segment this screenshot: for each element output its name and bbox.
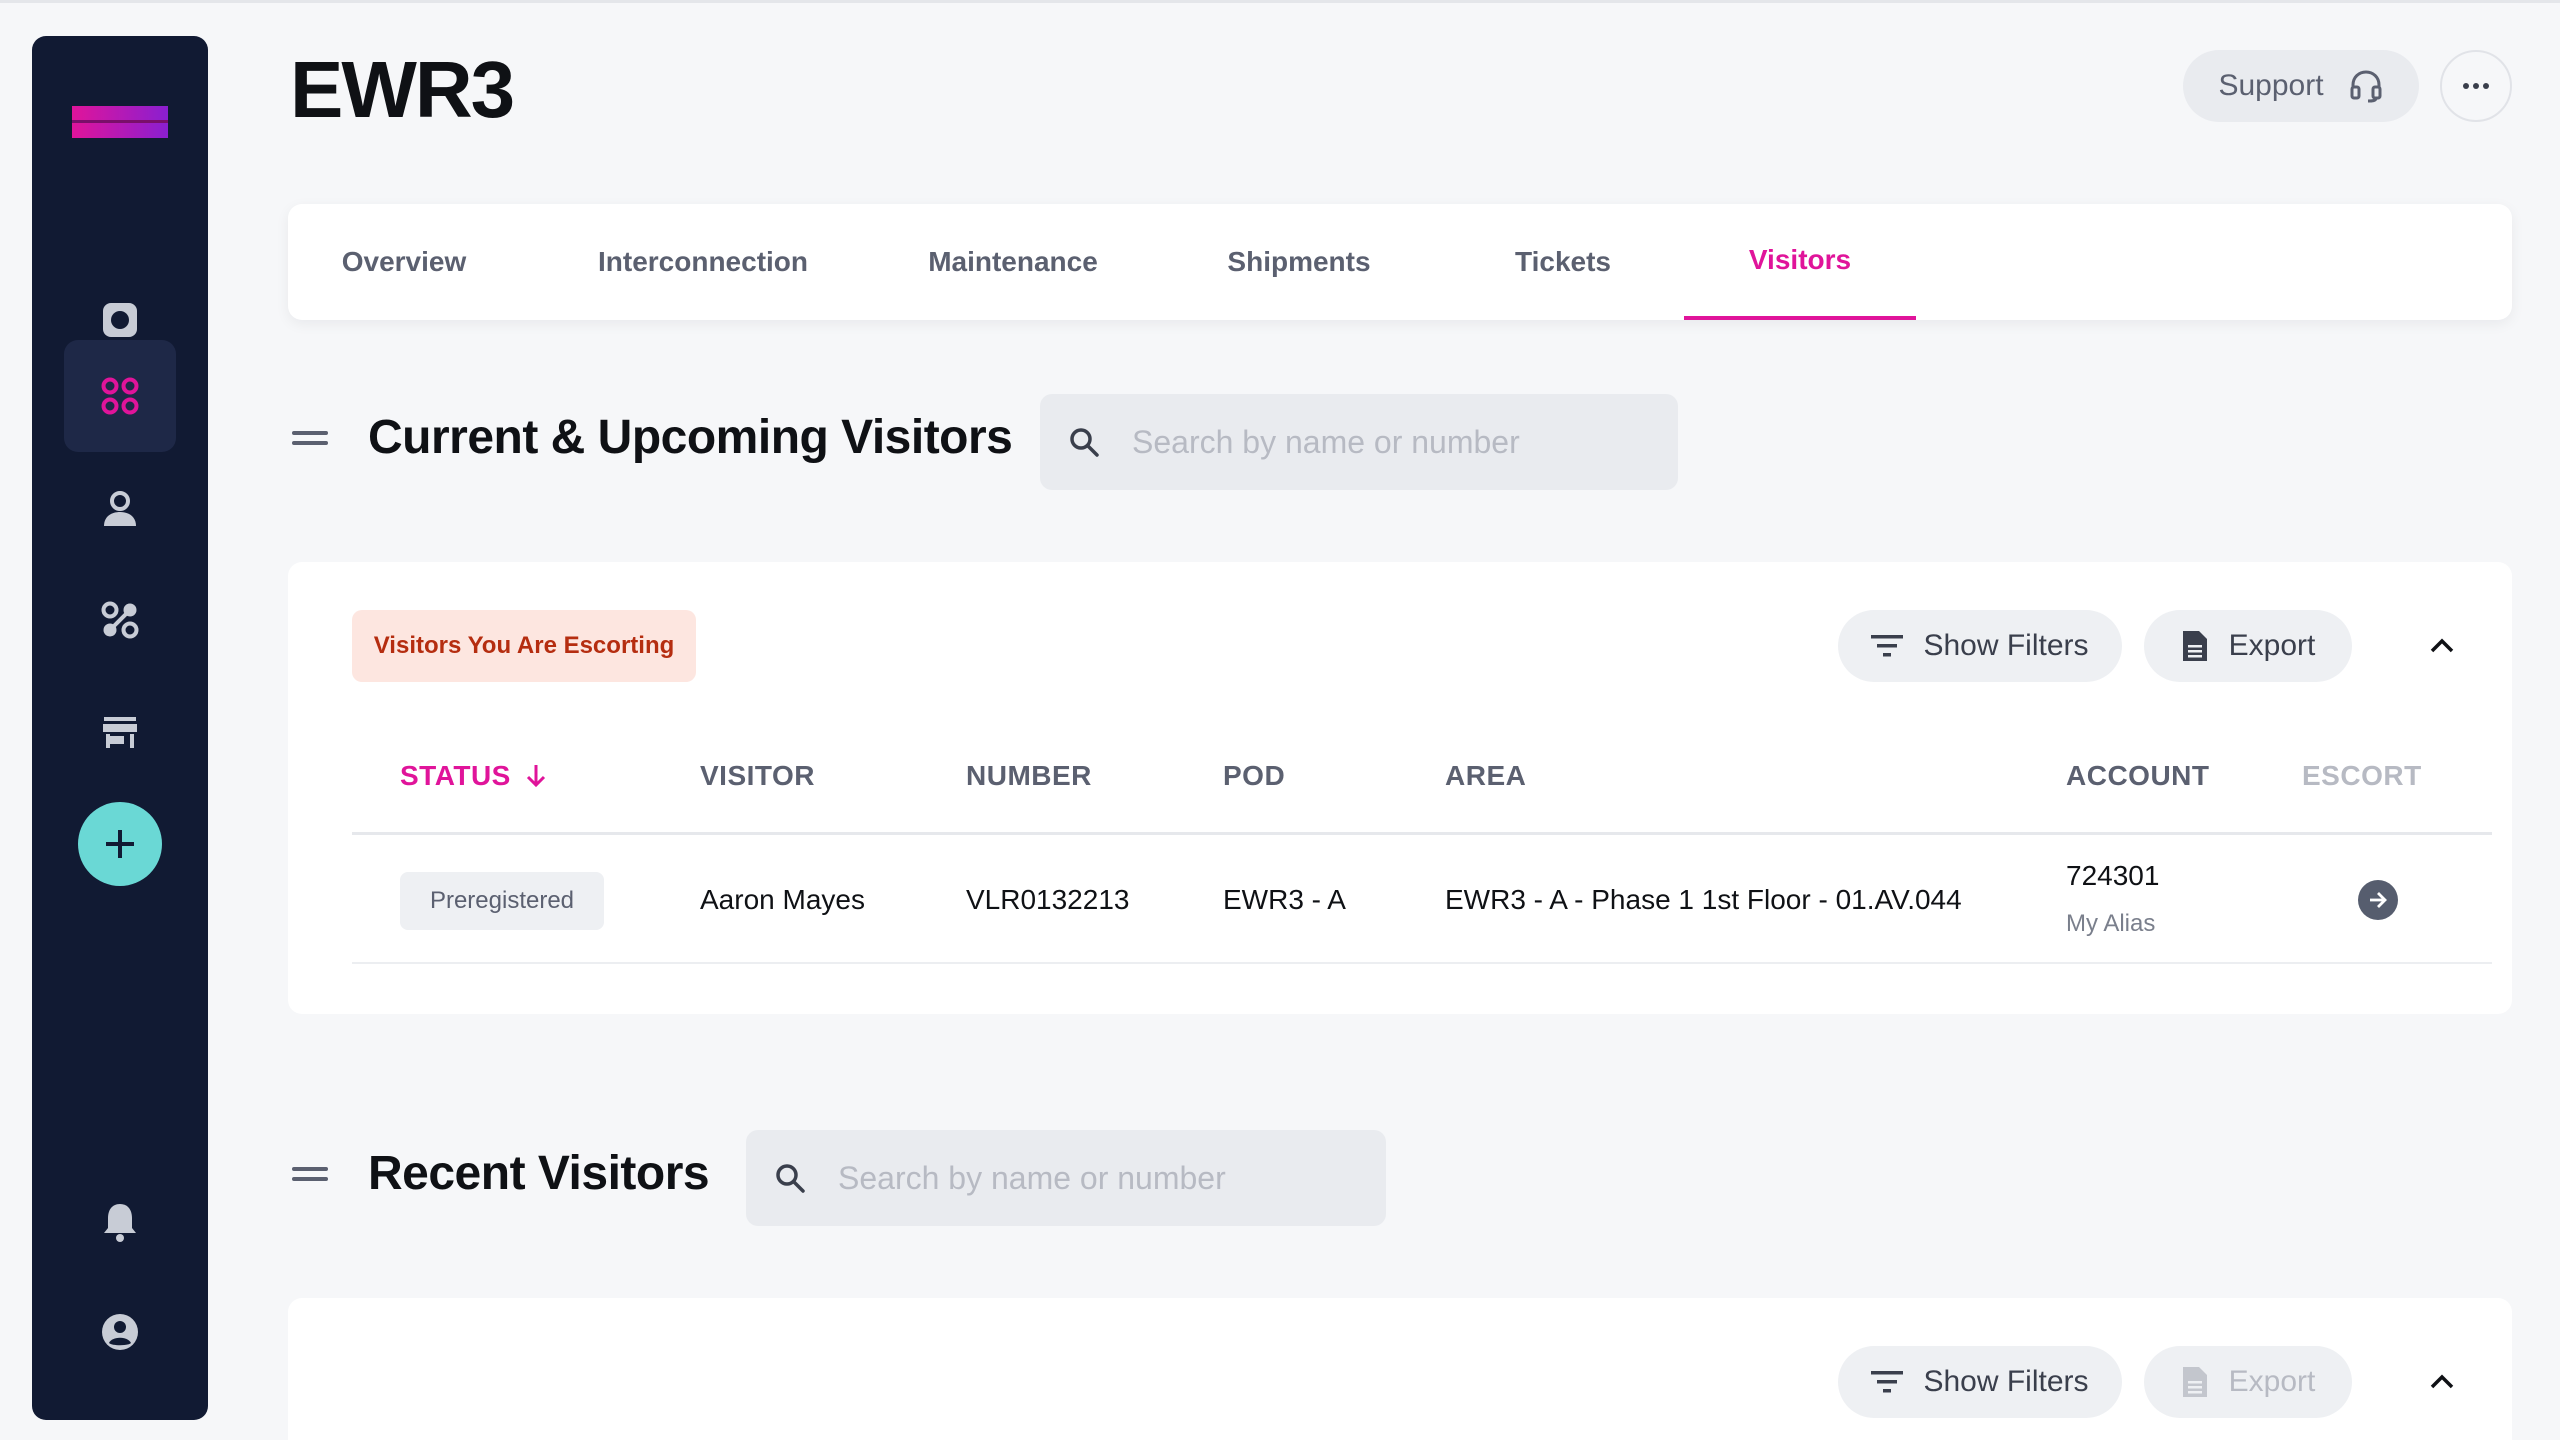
pod-value: EWR3 - A <box>1223 884 1346 915</box>
recent-visitors-search[interactable] <box>746 1130 1386 1226</box>
visitor-name: Aaron Mayes <box>700 884 865 915</box>
current-visitors-search[interactable] <box>1040 394 1678 490</box>
chevron-up-icon <box>2430 1374 2454 1389</box>
document-icon <box>2182 631 2207 661</box>
show-filters-button[interactable]: Show Filters <box>1838 610 2122 682</box>
tab-interconnection[interactable]: Interconnection <box>578 204 828 320</box>
search-input[interactable] <box>838 1159 1338 1197</box>
tab-bar: Overview Interconnection Maintenance Shi… <box>288 204 2512 320</box>
sidebar-item-dashboard[interactable] <box>64 340 176 452</box>
drag-handle-icon[interactable] <box>292 1166 328 1181</box>
column-header-pod[interactable]: POD <box>1223 760 1285 792</box>
export-button[interactable]: Export <box>2144 1346 2352 1418</box>
sidebar-item-interconnection[interactable] <box>64 564 176 676</box>
row-divider <box>352 962 2492 964</box>
account-button[interactable] <box>64 1276 176 1388</box>
sidebar-item-users[interactable] <box>64 452 176 564</box>
status-badge: Preregistered <box>400 872 604 930</box>
export-label: Export <box>2228 629 2316 662</box>
show-filters-label: Show Filters <box>1923 1365 2089 1398</box>
search-icon <box>776 1164 805 1193</box>
table-header-divider <box>352 832 2492 835</box>
escorting-filter-chip[interactable]: Visitors You Are Escorting <box>352 610 696 682</box>
notifications-button[interactable] <box>64 1166 176 1278</box>
current-visitors-header: Current & Upcoming Visitors <box>292 410 1013 465</box>
more-horizontal-icon <box>2463 83 2489 89</box>
filter-icon <box>1871 1371 1904 1393</box>
headset-icon <box>2350 70 2382 103</box>
visitor-number: VLR0132213 <box>966 884 1130 915</box>
column-header-visitor[interactable]: VISITOR <box>700 760 815 792</box>
top-divider <box>0 0 2560 3</box>
tab-overview[interactable]: Overview <box>314 204 494 320</box>
user-icon <box>104 491 136 526</box>
arrow-right-icon <box>2370 892 2387 908</box>
interconnect-icon <box>101 601 139 639</box>
column-header-account[interactable]: ACCOUNT <box>2066 760 2210 792</box>
more-options-button[interactable] <box>2440 50 2512 122</box>
chevron-up-icon <box>2430 638 2454 653</box>
search-input[interactable] <box>1132 423 1632 461</box>
sidebar-item-marketplace[interactable] <box>64 676 176 788</box>
plus-icon <box>106 830 134 858</box>
account-alias: My Alias <box>2066 910 2156 937</box>
recent-visitors-card: Show Filters Export <box>288 1298 2512 1440</box>
account-number: 724301 <box>2066 860 2160 891</box>
show-filters-label: Show Filters <box>1923 629 2089 662</box>
column-header-label: STATUS <box>400 760 511 791</box>
store-icon <box>103 717 137 748</box>
tab-maintenance[interactable]: Maintenance <box>908 204 1118 320</box>
column-header-status[interactable]: STATUS <box>400 760 547 792</box>
filter-icon <box>1871 635 1904 657</box>
tab-tickets[interactable]: Tickets <box>1484 204 1642 320</box>
drag-handle-icon[interactable] <box>292 430 328 445</box>
column-header-number[interactable]: NUMBER <box>966 760 1092 792</box>
add-button[interactable] <box>78 802 162 886</box>
sidebar <box>32 36 208 1420</box>
support-button[interactable]: Support <box>2183 50 2419 122</box>
area-value: EWR3 - A - Phase 1 1st Floor - 01.AV.044 <box>1445 884 1962 915</box>
support-label: Support <box>2218 69 2324 102</box>
row-details-button[interactable] <box>2358 880 2398 920</box>
tab-shipments[interactable]: Shipments <box>1188 204 1410 320</box>
search-icon <box>1070 428 1099 457</box>
brand-logo[interactable] <box>72 106 168 138</box>
page-title: EWR3 <box>290 45 515 134</box>
collapse-button[interactable] <box>2418 1358 2466 1406</box>
collapse-button[interactable] <box>2418 622 2466 670</box>
export-button[interactable]: Export <box>2144 610 2352 682</box>
export-label: Export <box>2228 1365 2316 1398</box>
show-filters-button[interactable]: Show Filters <box>1838 1346 2122 1418</box>
section-title: Recent Visitors <box>368 1147 710 1200</box>
document-icon <box>2182 1367 2207 1397</box>
grid-dots-icon <box>101 377 139 415</box>
column-header-escort[interactable]: ESCORT <box>2302 760 2422 792</box>
column-header-area[interactable]: AREA <box>1445 760 1526 792</box>
section-title: Current & Upcoming Visitors <box>368 411 1013 464</box>
account-circle-icon <box>102 1314 138 1350</box>
tab-visitors[interactable]: Visitors <box>1684 204 1916 320</box>
arrow-down-icon <box>526 765 545 788</box>
recent-visitors-header: Recent Visitors <box>292 1146 710 1201</box>
bell-icon <box>104 1204 136 1242</box>
camera-square-icon <box>103 303 137 337</box>
current-visitors-card: Visitors You Are Escorting Show Filters … <box>288 562 2512 1014</box>
